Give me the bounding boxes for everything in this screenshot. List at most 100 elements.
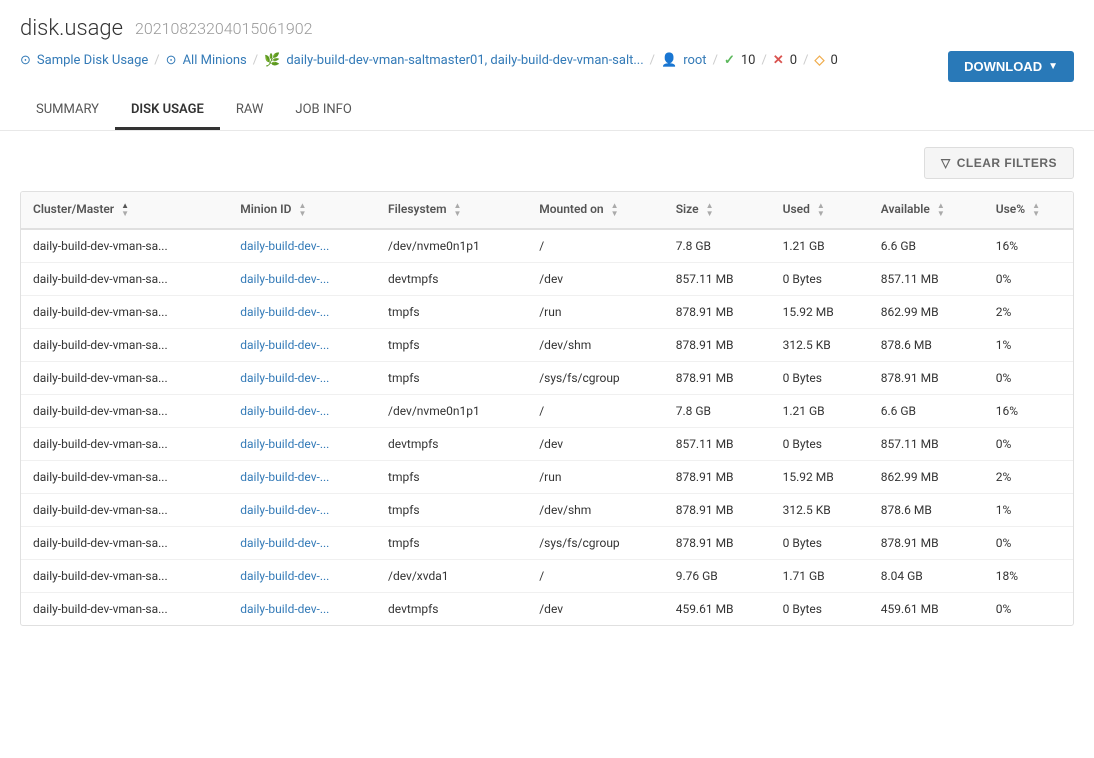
clear-filters-button[interactable]: ▽ CLEAR FILTERS [924,147,1074,179]
main-content: ▽ CLEAR FILTERS Cluster/Master ▲ ▼ Minio… [0,131,1094,642]
table-row: daily-build-dev-vman-sa...daily-build-de… [21,494,1073,527]
minion-id-cell[interactable]: daily-build-dev-... [228,461,376,494]
used-cell: 312.5 KB [771,329,869,362]
sort-icons-minion[interactable]: ▲ ▼ [298,202,306,218]
sort-icons-mounted[interactable]: ▲ ▼ [611,202,619,218]
sort-icons-size[interactable]: ▲ ▼ [706,202,714,218]
cluster-cell: daily-build-dev-vman-sa... [21,296,228,329]
filesystem-cell: tmpfs [376,296,527,329]
size-cell: 857.11 MB [664,428,771,461]
used-cell: 0 Bytes [771,593,869,626]
cluster-cell: daily-build-dev-vman-sa... [21,428,228,461]
col-cluster: Cluster/Master ▲ ▼ [21,192,228,229]
tab-job-info[interactable]: JOB INFO [279,92,367,130]
minion-id-cell[interactable]: daily-build-dev-... [228,527,376,560]
size-cell: 878.91 MB [664,461,771,494]
table-row: daily-build-dev-vman-sa...daily-build-de… [21,428,1073,461]
toolbar: ▽ CLEAR FILTERS [20,147,1074,179]
cluster-cell: daily-build-dev-vman-sa... [21,229,228,263]
sort-icons-available[interactable]: ▲ ▼ [937,202,945,218]
breadcrumb-label-sample: Sample Disk Usage [37,53,148,68]
table-header-row: Cluster/Master ▲ ▼ Minion ID ▲ ▼ [21,192,1073,229]
breadcrumb-sep-6: / [803,53,808,68]
used-cell: 1.21 GB [771,229,869,263]
filesystem-cell: devtmpfs [376,428,527,461]
breadcrumb-link-sample[interactable]: Sample Disk Usage [37,53,148,68]
use-pct-cell: 2% [984,296,1073,329]
available-cell: 857.11 MB [869,263,984,296]
use-pct-cell: 18% [984,560,1073,593]
check-count: 10 [741,53,756,68]
minion-id-cell[interactable]: daily-build-dev-... [228,362,376,395]
use-pct-cell: 0% [984,593,1073,626]
breadcrumb-sep-1: / [154,53,159,68]
x-count: 0 [790,53,797,68]
used-cell: 312.5 KB [771,494,869,527]
table-row: daily-build-dev-vman-sa...daily-build-de… [21,263,1073,296]
use-pct-cell: 0% [984,263,1073,296]
breadcrumb-icon-3: 🌿 [264,53,280,68]
filesystem-cell: devtmpfs [376,593,527,626]
minion-id-cell[interactable]: daily-build-dev-... [228,560,376,593]
x-icon: ✕ [773,53,784,68]
breadcrumb-icon-2: ⊙ [166,53,177,68]
warn-icon: ◇ [814,53,824,68]
filesystem-cell: tmpfs [376,461,527,494]
minion-id-cell[interactable]: daily-build-dev-... [228,329,376,362]
download-button[interactable]: DOWNLOAD ▼ [948,51,1074,82]
tab-summary[interactable]: SUMMARY [20,92,115,130]
used-cell: 0 Bytes [771,263,869,296]
sort-desc-icon[interactable]: ▼ [298,210,306,218]
breadcrumb-link-minions[interactable]: All Minions [183,53,247,68]
available-cell: 8.04 GB [869,560,984,593]
col-available: Available ▲ ▼ [869,192,984,229]
minion-id-cell[interactable]: daily-build-dev-... [228,593,376,626]
col-use-pct: Use% ▲ ▼ [984,192,1073,229]
sort-icons-use-pct[interactable]: ▲ ▼ [1032,202,1040,218]
breadcrumb-sep-4: / [713,53,718,68]
mounted-on-cell: /dev/shm [527,494,663,527]
minion-id-cell[interactable]: daily-build-dev-... [228,229,376,263]
mounted-on-cell: / [527,395,663,428]
available-cell: 878.91 MB [869,527,984,560]
table-row: daily-build-dev-vman-sa...daily-build-de… [21,461,1073,494]
size-cell: 459.61 MB [664,593,771,626]
breadcrumb-sep-2: / [253,53,258,68]
available-cell: 6.6 GB [869,229,984,263]
sort-desc-icon[interactable]: ▼ [706,210,714,218]
sort-icons-cluster[interactable]: ▲ ▼ [121,202,129,218]
cluster-cell: daily-build-dev-vman-sa... [21,527,228,560]
sort-desc-icon[interactable]: ▼ [121,210,129,218]
sort-icons-used[interactable]: ▲ ▼ [817,202,825,218]
download-label: DOWNLOAD [964,59,1042,74]
sort-desc-icon[interactable]: ▼ [611,210,619,218]
sort-desc-icon[interactable]: ▼ [937,210,945,218]
sort-desc-icon[interactable]: ▼ [454,210,462,218]
tab-disk-usage[interactable]: DISK USAGE [115,92,220,130]
sort-icons-filesystem[interactable]: ▲ ▼ [454,202,462,218]
table-row: daily-build-dev-vman-sa...daily-build-de… [21,229,1073,263]
breadcrumb-link-host[interactable]: daily-build-dev-vman-saltmaster01, daily… [286,53,643,68]
filesystem-cell: tmpfs [376,494,527,527]
minion-id-cell[interactable]: daily-build-dev-... [228,494,376,527]
col-filesystem: Filesystem ▲ ▼ [376,192,527,229]
mounted-on-cell: / [527,229,663,263]
filesystem-cell: /dev/nvme0n1p1 [376,229,527,263]
use-pct-cell: 0% [984,428,1073,461]
size-cell: 9.76 GB [664,560,771,593]
minion-id-cell[interactable]: daily-build-dev-... [228,296,376,329]
table-row: daily-build-dev-vman-sa...daily-build-de… [21,296,1073,329]
minion-id-cell[interactable]: daily-build-dev-... [228,428,376,461]
breadcrumb-link-user[interactable]: root [683,53,706,68]
use-pct-cell: 1% [984,329,1073,362]
minion-id-cell[interactable]: daily-build-dev-... [228,395,376,428]
filesystem-cell: /dev/xvda1 [376,560,527,593]
tab-raw[interactable]: RAW [220,92,280,130]
warn-count: 0 [830,53,837,68]
minion-id-cell[interactable]: daily-build-dev-... [228,263,376,296]
sort-desc-icon[interactable]: ▼ [1032,210,1040,218]
table-row: daily-build-dev-vman-sa...daily-build-de… [21,362,1073,395]
clear-filters-label: CLEAR FILTERS [957,156,1057,170]
sort-desc-icon[interactable]: ▼ [817,210,825,218]
available-cell: 459.61 MB [869,593,984,626]
